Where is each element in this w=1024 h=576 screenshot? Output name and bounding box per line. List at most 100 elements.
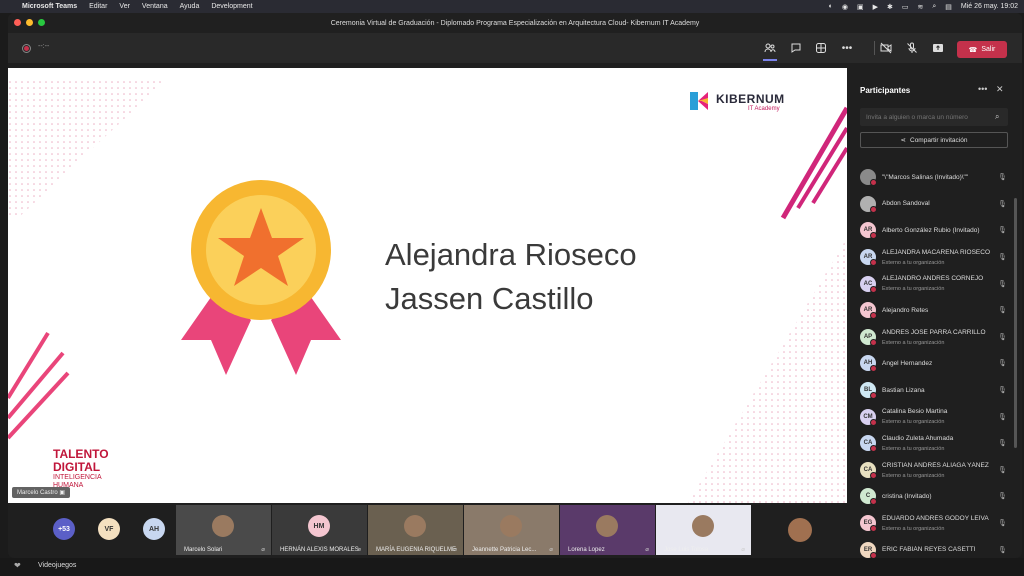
avatar: AC	[860, 275, 877, 293]
invite-input[interactable]	[860, 108, 1008, 126]
video-tile-name: HERNÁN ALEXIS MORALES	[280, 547, 359, 553]
participant-name: ALEJANDRO ANDRÉS CORNEJO	[882, 275, 984, 283]
wifi-icon[interactable]: ≋	[918, 3, 924, 11]
breakout-rooms-icon[interactable]	[814, 41, 828, 55]
participant-row[interactable]: "\"Marcos Salinas (Invitado)\"" 🎙	[848, 164, 1022, 191]
heart-icon: ❤	[14, 561, 21, 570]
menu-editar[interactable]: Editar	[89, 3, 107, 10]
participant-row[interactable]: Abdon Sandoval 🎙	[848, 191, 1022, 218]
mic-muted-icon[interactable]: 🎙	[998, 413, 1007, 421]
participant-subtitle: Externo a tu organización	[882, 259, 945, 266]
participant-row[interactable]: BL Bastian Lizana 🎙	[848, 377, 1022, 404]
menu-ver[interactable]: Ver	[119, 3, 130, 10]
participant-row[interactable]: Ccristina (Invitado) 🎙	[848, 483, 1022, 510]
status-icon-1[interactable]: ◐	[829, 3, 833, 10]
mic-muted-icon[interactable]: 🎙	[998, 359, 1007, 367]
share-invite-button[interactable]: ⋖ Compartir invitación	[860, 132, 1008, 148]
mic-muted-icon[interactable]: 🎙	[998, 173, 1007, 181]
video-tile[interactable]: Jeannette Patricia Lec... ⌀	[464, 505, 559, 555]
menu-app-name[interactable]: Microsoft Teams	[22, 3, 77, 10]
mic-muted-icon[interactable]: 🎙	[998, 200, 1007, 208]
avatar: CM	[860, 408, 877, 426]
minimize-window-icon[interactable]	[26, 19, 33, 26]
participant-subtitle: Externo a tu organización	[882, 472, 945, 479]
status-area: ◐ ◉ ▣ ▶ ✱ ▭ ≋ ⌕ ▤ Mié 26 may. 19:02	[829, 0, 1018, 13]
video-tile[interactable]: Jose Luis Tolosa ⌀	[656, 505, 751, 555]
participant-row[interactable]: AR ALEJANDRA MACARENA RIOSECO Externo a tu…	[848, 244, 1022, 271]
control-center-icon[interactable]: ▤	[945, 3, 952, 11]
mic-muted-icon[interactable]: 🎙	[998, 492, 1007, 500]
mic-muted-icon[interactable]: 🎙	[998, 333, 1007, 341]
close-window-icon[interactable]	[14, 19, 21, 26]
mic-muted-icon[interactable]: 🎙	[998, 306, 1007, 314]
chat-icon[interactable]	[789, 41, 803, 55]
mic-muted-icon[interactable]: 🎙	[998, 226, 1007, 234]
video-tile[interactable]: MARÍA EUGENIA RIQUELME ⌀	[368, 505, 463, 555]
panel-close-icon[interactable]: ✕	[996, 84, 1004, 95]
clock-text[interactable]: Mié 26 may. 19:02	[961, 3, 1018, 10]
video-avatar	[404, 515, 426, 537]
videojuegos-label[interactable]: Videojuegos	[38, 562, 76, 569]
presence-dot	[870, 285, 877, 293]
menu-ayuda[interactable]: Ayuda	[180, 3, 200, 10]
participants-icon[interactable]	[763, 41, 777, 55]
participant-row[interactable]: AP ANDRES JOSE PARRA CARRILLO Externo a tu…	[848, 324, 1022, 351]
participant-row[interactable]: CM Catalina Besio Martina Externo a tu org…	[848, 403, 1022, 430]
participant-row[interactable]: CA Claudio Zuleta Ahumada Externo a tu org…	[848, 430, 1022, 457]
camera-off-icon[interactable]	[879, 41, 893, 55]
mic-muted-icon[interactable]: 🎙	[998, 439, 1007, 447]
participant-row[interactable]: AC ALEJANDRO ANDRÉS CORNEJO Externo a tu o…	[848, 270, 1022, 297]
presence-dot	[870, 338, 877, 346]
mic-muted-icon[interactable]: 🎙	[998, 280, 1007, 288]
status-icon-3[interactable]: ▣	[857, 3, 864, 11]
participant-row[interactable]: ER ERIC FABIÁN REYES CASETTI 🎙	[848, 536, 1022, 558]
participant-name: Bastian Lizana	[882, 386, 925, 394]
bluetooth-icon[interactable]: ✱	[887, 3, 893, 11]
mic-muted-icon[interactable]: 🎙	[998, 546, 1007, 554]
search-icon[interactable]: ⌕	[995, 112, 999, 122]
more-options-icon[interactable]: •••	[840, 41, 854, 55]
more-participants-bubble[interactable]: +53	[53, 518, 75, 540]
video-tile[interactable]: Marcelo Solari ⌀	[176, 505, 271, 555]
share-screen-icon[interactable]	[931, 41, 945, 55]
participant-name: "\"Marcos Salinas (Invitado)\""	[882, 173, 969, 181]
leave-button[interactable]: ☎ Salir	[957, 41, 1007, 58]
talento-line2: DIGITAL	[53, 460, 101, 474]
search-icon[interactable]: ⌕	[932, 3, 936, 11]
participants-list: "\"Marcos Salinas (Invitado)\"" 🎙 Abdon Sa…	[848, 164, 1022, 558]
window-title: Ceremonia Virtual de Graduación - Diplom…	[330, 19, 700, 27]
participant-row[interactable]: CA CRISTIAN ANDRÉS ALIAGA YÁÑEZ Externo a …	[848, 457, 1022, 484]
participant-name: ALEJANDRA MACARENA RIOSECO	[882, 248, 990, 256]
meeting-toolbar: --:-- ••• ☎ Salir	[8, 33, 1022, 63]
status-icon-2[interactable]: ◉	[842, 3, 848, 11]
participant-row[interactable]: EG EDUARDO ANDRÉS GODOY LEIVA Externo a tu…	[848, 510, 1022, 537]
video-tile[interactable]: HM HERNÁN ALEXIS MORALES ⌀	[272, 505, 367, 555]
avatar: EG	[860, 515, 877, 533]
maximize-window-icon[interactable]	[38, 19, 45, 26]
panel-scrollbar[interactable]	[1014, 198, 1017, 448]
participant-bubble-vf[interactable]: VF	[98, 518, 120, 540]
play-icon[interactable]: ▶	[873, 3, 878, 11]
presence-dot	[870, 445, 877, 453]
mic-muted-icon[interactable]: 🎙	[998, 386, 1007, 394]
self-view-avatar[interactable]	[788, 518, 812, 542]
video-tile-name: MARÍA EUGENIA RIQUELME	[376, 547, 457, 553]
mic-muted-icon[interactable]: 🎙	[998, 466, 1007, 474]
avatar: AR	[860, 249, 877, 267]
menu-ventana[interactable]: Ventana	[142, 3, 168, 10]
video-avatar	[500, 515, 522, 537]
battery-icon[interactable]: ▭	[902, 3, 909, 11]
phone-hangup-icon: ☎	[968, 46, 978, 54]
brand-name: KIBERNUM	[716, 92, 785, 106]
video-tile[interactable]: Lorena Lopez ⌀	[560, 505, 655, 555]
participant-bubble-ah[interactable]: AH	[143, 518, 165, 540]
mic-muted-icon[interactable]: 🎙	[998, 519, 1007, 527]
participant-row[interactable]: AH Angel Hernandez 🎙	[848, 350, 1022, 377]
participant-subtitle: Externo a tu organización	[882, 286, 945, 293]
participant-row[interactable]: AR Alejandro Retes 🎙	[848, 297, 1022, 324]
menu-development[interactable]: Development	[211, 3, 252, 10]
panel-more-icon[interactable]: •••	[978, 84, 987, 94]
mic-muted-icon[interactable]: 🎙	[998, 253, 1007, 261]
mic-off-icon[interactable]	[905, 41, 919, 55]
participant-row[interactable]: AR Alberto González Rubio (Invitado) 🎙	[848, 217, 1022, 244]
